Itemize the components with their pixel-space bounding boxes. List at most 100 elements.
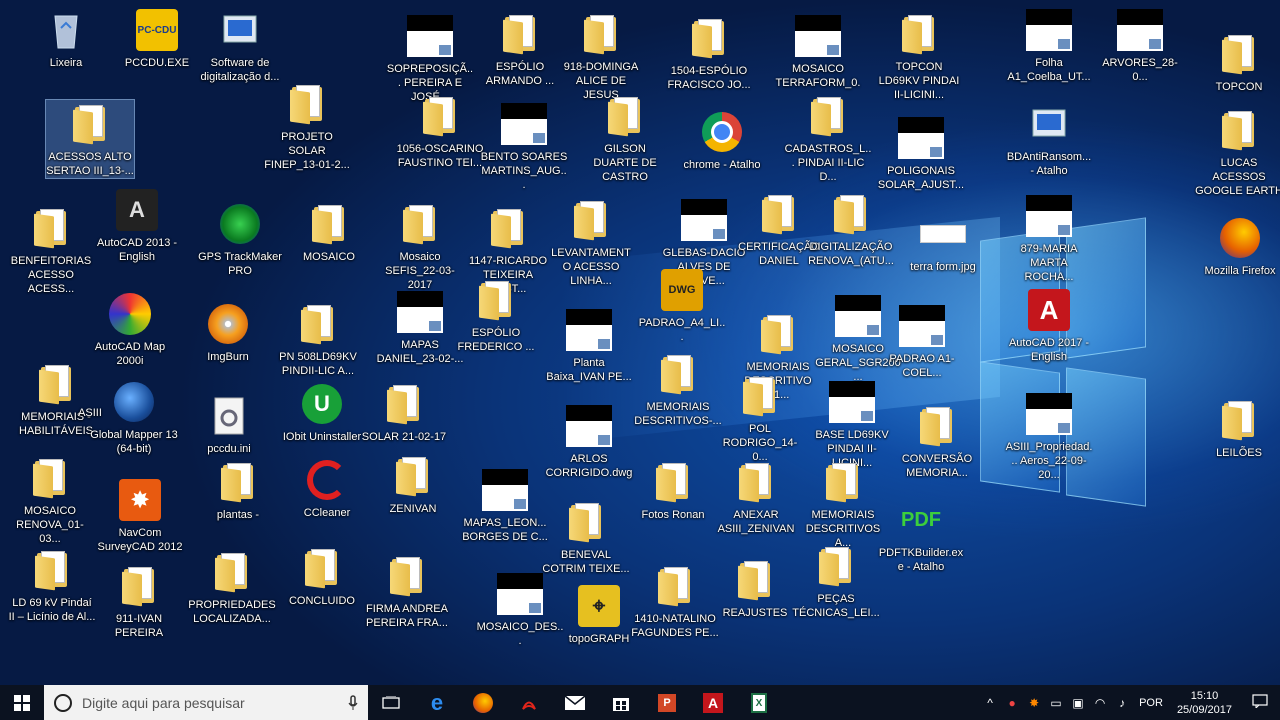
desktop-icon[interactable]: 918-DOMINGA ALICE DE JESUS: [557, 10, 645, 102]
desktop-icon[interactable]: GILSON DUARTE DE CASTRO: [581, 92, 669, 184]
desktop-icon[interactable]: ESPÓLIO FREDERICO ...: [452, 276, 540, 354]
desktop-icon[interactable]: chrome - Atalho: [678, 108, 766, 172]
desktop-icon[interactable]: CCleaner: [283, 456, 371, 520]
store-icon[interactable]: [598, 685, 644, 720]
desktop-icon[interactable]: REAJUSTES: [711, 556, 799, 620]
desktop-icon[interactable]: MOSAICO TERRAFORM_0...: [774, 12, 862, 104]
desktop-icon[interactable]: BASE LD69KV PINDAI II-LICINI...: [808, 378, 896, 470]
language-indicator[interactable]: POR: [1139, 697, 1163, 709]
excel-icon[interactable]: X: [736, 685, 782, 720]
taskbar-search-box[interactable]: Digite aqui para pesquisar: [44, 685, 368, 720]
desktop-icon[interactable]: LEVANTAMENTO ACESSO LINHA...: [547, 196, 635, 288]
tray-app-icon-4[interactable]: ▣: [1067, 696, 1089, 710]
pccdu-icon: PC-CDU: [133, 6, 181, 54]
tray-app-icon-3[interactable]: ▭: [1045, 696, 1067, 710]
desktop-icon[interactable]: CONVERSÃO MEMORIA...: [893, 402, 981, 480]
desktop-icon[interactable]: ZENIVAN: [369, 452, 457, 516]
wifi-icon[interactable]: ◠: [1089, 696, 1111, 710]
folder-icon: [812, 542, 860, 590]
desktop-icon[interactable]: LD 69 kV Pindaí II – Licínio de Al...: [8, 546, 96, 624]
desktop-icon[interactable]: TOPCON LD69KV PINDAI II-LICINI...: [875, 10, 963, 102]
desktop-icon[interactable]: PEÇAS TÉCNICAS_LEI...: [792, 542, 880, 620]
desktop-icon[interactable]: Global Mapper 13 (64-bit): [90, 378, 178, 456]
desktop-icon[interactable]: DWG PADRAO_A4_LI...: [638, 266, 726, 344]
mail-icon[interactable]: [552, 685, 598, 720]
desktop-icon[interactable]: LEILÕES: [1195, 396, 1280, 460]
clock[interactable]: 15:10 25/09/2017: [1177, 689, 1232, 717]
firefox-icon[interactable]: [460, 685, 506, 720]
desktop-icon-label: Global Mapper 13 (64-bit): [90, 429, 178, 455]
desktop-icon[interactable]: Lixeira: [22, 6, 110, 70]
desktop-icon[interactable]: PN 508LD69KV PINDII-LIC A...: [274, 300, 362, 378]
desktop-icon[interactable]: CADASTROS_L... PINDAI II-LIC D...: [784, 92, 872, 184]
desktop-icon[interactable]: Mozilla Firefox: [1196, 214, 1280, 278]
start-button[interactable]: [0, 685, 44, 720]
desktop-icon[interactable]: pccdu.ini: [185, 392, 273, 456]
desktop-icon[interactable]: TOPCON: [1195, 30, 1280, 94]
microphone-icon[interactable]: [348, 694, 358, 711]
desktop-icon[interactable]: ARVORES_28-0...: [1096, 6, 1184, 84]
desktop-icon[interactable]: PADRAO A1-COEL...: [878, 302, 966, 380]
desktop-icon[interactable]: MEMORIAIS DESCRITIVOS-...: [634, 350, 722, 428]
desktop-icon[interactable]: Planta Baixa_IVAN PE...: [545, 306, 633, 384]
desktop-icon[interactable]: CONCLUIDO: [278, 544, 366, 608]
file-thumbnail-icon: [1116, 6, 1164, 54]
desktop-icon[interactable]: BDAntiRansom... - Atalho: [1005, 100, 1093, 178]
desktop-icon[interactable]: BENFEITORIAS ACESSO ACESS...: [7, 204, 95, 296]
desktop-icon[interactable]: Folha A1_Coelba_UT...: [1005, 6, 1093, 84]
desktop-icon[interactable]: 911-IVAN PEREIRA: [95, 562, 183, 640]
tray-app-icon[interactable]: ●: [1001, 696, 1023, 710]
desktop-icon[interactable]: PDF PDFTKBuilder.exe - Atalho: [877, 496, 965, 574]
task-view-icon[interactable]: [368, 685, 414, 720]
desktop-icon[interactable]: PROJETO SOLAR FINEP_13-01-2...: [263, 80, 351, 172]
desktop-icon[interactable]: PC-CDU PCCDU.EXE: [113, 6, 201, 70]
desktop-icon[interactable]: U IObit Uninstaller: [278, 380, 366, 444]
desktop-icon[interactable]: ACESSOS ALTO SERTAO III_13-...: [45, 99, 135, 179]
desktop-icon[interactable]: MEMORIAIS - HABILITÁVEIS: [12, 360, 100, 438]
desktop-icon[interactable]: FIRMA ANDREA PEREIRA FRA...: [363, 552, 451, 630]
desktop-icon[interactable]: BENTO SOARES MARTINS_AUG...: [480, 100, 568, 192]
desktop-icon[interactable]: ARLOS CORRIGIDO.dwg: [545, 402, 633, 480]
desktop-icon[interactable]: MOSAICO RENOVA_01-03...: [6, 454, 94, 546]
desktop-icon[interactable]: A AutoCAD 2013 - English: [93, 186, 181, 264]
desktop-icon[interactable]: BENEVAL COTRIM TEIXE...: [542, 498, 630, 576]
notification-icon[interactable]: [1240, 694, 1280, 711]
desktop-icon[interactable]: ANEXAR ASIII_ZENIVAN: [712, 458, 800, 536]
desktop-icon[interactable]: 1504-ESPÓLIO FRACISCO JO...: [665, 14, 753, 92]
desktop-icon[interactable]: MOSAICO: [285, 200, 373, 264]
desktop-icon[interactable]: A AutoCAD 2017 - English: [1005, 286, 1093, 364]
desktop-icon[interactable]: Fotos Ronan: [629, 458, 717, 522]
desktop-icon[interactable]: SOPREPOSIÇÃ... PEREIRA E JOSÉ...: [386, 12, 474, 104]
desktop-icon[interactable]: PROPRIEDADES LOCALIZADA...: [188, 548, 276, 626]
desktop-icon[interactable]: MEMORIAIS DESCRITIVOS A...: [799, 458, 887, 550]
desktop-icon[interactable]: Mosaico SEFIS_22-03-2017: [376, 200, 464, 292]
tray-app-icon-2[interactable]: ✸: [1023, 696, 1045, 710]
desktop-icon[interactable]: Software de digitalização d...: [196, 6, 284, 84]
desktop-icon[interactable]: DIGITALIZAÇÃO RENOVA_(ATU...: [807, 190, 895, 268]
desktop-icon[interactable]: MAPAS DANIEL_23-02-...: [376, 288, 464, 366]
desktop-icon[interactable]: MOSAICO_DES...: [476, 570, 564, 648]
desktop-icon[interactable]: POL RODRIGO_14-0...: [716, 372, 804, 464]
desktop-icon[interactable]: 879-MARIA MARTA ROCHA...: [1005, 192, 1093, 284]
desktop-icon[interactable]: ⌖ topoGRAPH: [555, 582, 643, 646]
desktop-icon[interactable]: AutoCAD Map 2000i: [86, 290, 174, 368]
chevron-up-icon[interactable]: ^: [979, 696, 1001, 710]
desktop-icon[interactable]: 1410-NATALINO FAGUNDES PE...: [631, 562, 719, 640]
volume-icon[interactable]: ♪: [1111, 696, 1133, 710]
desktop-icon[interactable]: 1056-OSCARINO FAUSTINO TEI...: [396, 92, 484, 170]
desktop-icon[interactable]: POLIGONAIS SOLAR_AJUST...: [877, 114, 965, 192]
desktop-icon[interactable]: LUCAS ACESSOS GOOGLE EARTH: [1195, 106, 1280, 198]
acrobat-icon[interactable]: [506, 685, 552, 720]
desktop-icon[interactable]: ESPÓLIO ARMANDO ...: [476, 10, 564, 88]
powerpoint-icon[interactable]: P: [644, 685, 690, 720]
desktop-icon[interactable]: ASIII_Propriedad... Aeros_22-09-20...: [1005, 390, 1093, 482]
desktop-icon[interactable]: SOLAR 21-02-17: [360, 380, 448, 444]
autocad-icon[interactable]: A: [690, 685, 736, 720]
desktop-icon[interactable]: GPS TrackMaker PRO: [196, 200, 284, 278]
desktop-icon[interactable]: MAPAS_LEON... BORGES DE C...: [461, 466, 549, 544]
desktop-icon[interactable]: plantas -: [194, 458, 282, 522]
edge-icon[interactable]: e: [414, 685, 460, 720]
desktop-icon[interactable]: terra form.jpg: [899, 210, 987, 274]
desktop-icon[interactable]: ImgBurn: [184, 300, 272, 364]
desktop-icon[interactable]: ✸ NavCom SurveyCAD 2012: [96, 476, 184, 554]
